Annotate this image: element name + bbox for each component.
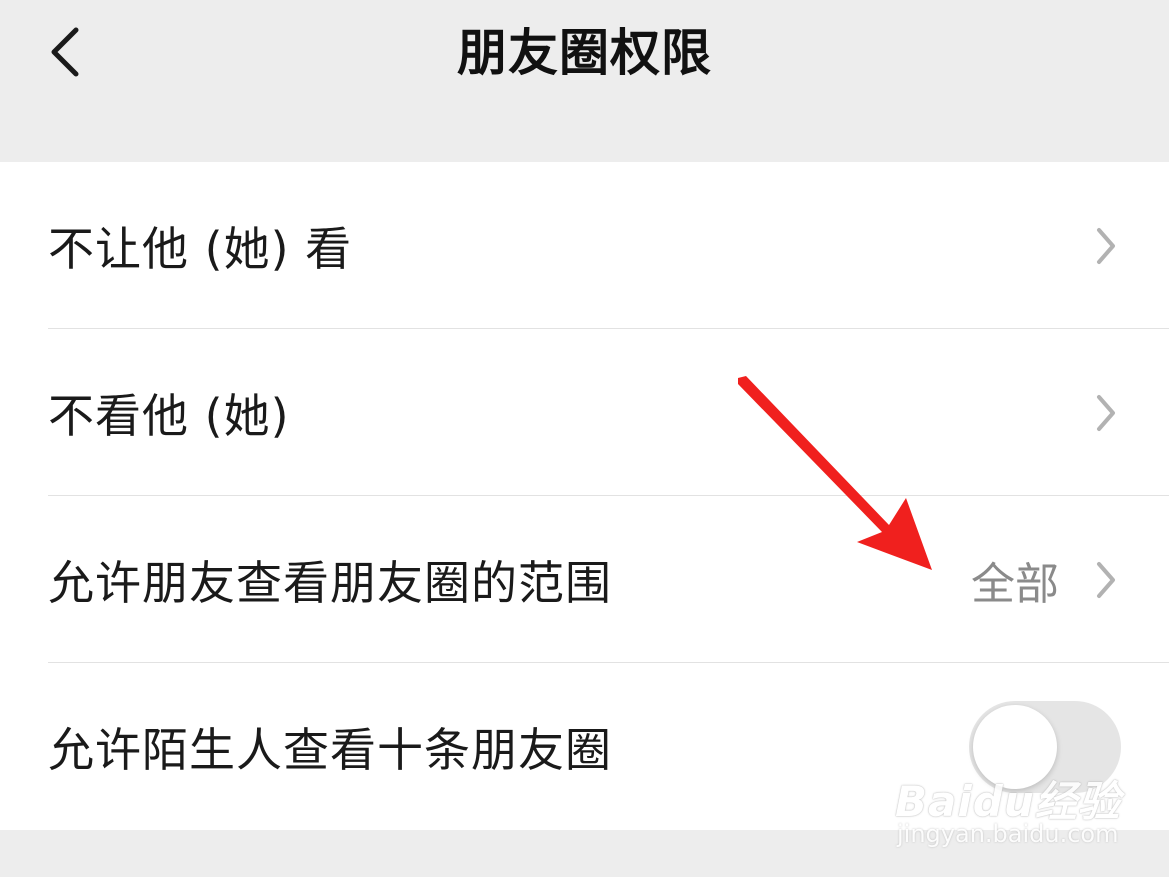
setting-row-visibility-range[interactable]: 允许朋友查看朋友圈的范围 全部 — [0, 496, 1169, 663]
setting-row-hide-their-moments[interactable]: 不看他 (她) — [0, 329, 1169, 496]
setting-value: 全部 — [971, 558, 1059, 610]
setting-row-hide-my-moments[interactable]: 不让他 (她) 看 — [0, 162, 1169, 329]
moments-permission-page: 朋友圈权限 不让他 (她) 看 不看他 (她) 允许朋友查看朋友圈的范围 全部 — [0, 0, 1169, 877]
toggle-knob — [973, 704, 1057, 789]
page-title: 朋友圈权限 — [457, 24, 712, 82]
setting-label: 允许朋友查看朋友圈的范围 — [48, 555, 612, 610]
settings-list: 不让他 (她) 看 不看他 (她) 允许朋友查看朋友圈的范围 全部 允许陌生人查… — [0, 162, 1169, 830]
chevron-right-icon — [1097, 561, 1115, 598]
setting-label: 不看他 (她) — [48, 388, 290, 443]
chevron-right-icon — [1097, 227, 1115, 264]
stranger-view-toggle[interactable] — [969, 700, 1121, 793]
setting-label: 允许陌生人查看十条朋友圈 — [48, 722, 612, 777]
navigation-bar: 朋友圈权限 — [0, 0, 1169, 162]
setting-row-stranger-ten-posts: 允许陌生人查看十条朋友圈 — [0, 663, 1169, 830]
chevron-right-icon — [1097, 394, 1115, 431]
setting-label: 不让他 (她) 看 — [48, 221, 353, 276]
